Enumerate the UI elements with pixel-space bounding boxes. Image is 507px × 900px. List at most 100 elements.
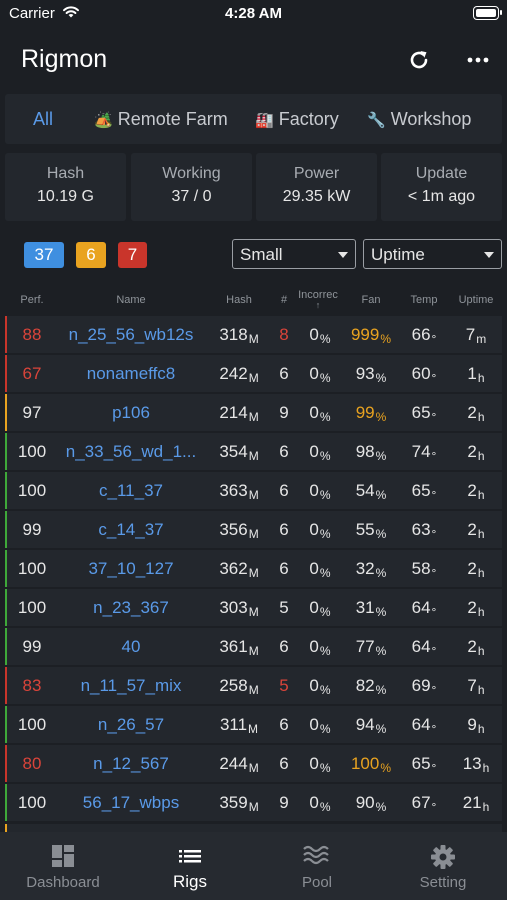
rig-name-link[interactable]: 40 [57,628,205,665]
sort-select[interactable]: Uptime [363,239,502,269]
incorrect-cell: 0% [297,355,343,392]
hash-unit: M [248,683,259,697]
uptime-unit: h [482,761,490,775]
badge-warning-count[interactable]: 6 [76,242,106,268]
farm-tab-factory[interactable]: 🏭 Factory [255,94,339,144]
table-row[interactable]: 100 c_11_37 363M 6 0% 54% 65° 2h [5,472,502,509]
rig-name-link[interactable]: n_25_56_wb12s [57,316,205,353]
more-icon[interactable] [463,45,493,75]
hash-cell: 361M [205,628,273,665]
header-name[interactable]: Name [57,294,205,306]
rig-name-link[interactable]: n_26_57 [57,706,205,743]
incorrect-value: 0 [309,598,319,617]
temp-value: 60 [411,364,431,383]
perf-value: 100 [17,559,47,578]
uptime-unit: h [477,644,485,658]
incorrect-cell: 0% [297,628,343,665]
factory-icon: 🏭 [255,112,274,129]
temp-cell: 64° [399,589,449,626]
incorrect-value: 0 [309,559,319,578]
header-perf[interactable]: Perf. [9,294,55,306]
table-row[interactable]: 100 n_33_56_wd_1... 354M 6 0% 98% 74° 2h [5,433,502,470]
degree-unit: ° [431,683,437,697]
farm-tab-all[interactable]: All [33,94,53,144]
table-row[interactable]: 88 n_25_56_wb12s 318M 8 0% 999% 66° 7m [5,316,502,353]
bottom-tab-bar: Dashboard Rigs Pool Setting [0,832,507,900]
temp-value: 58 [411,559,431,578]
header-uptime[interactable]: Uptime [451,294,501,306]
table-row[interactable]: 100 n_23_367 303M 5 0% 31% 64° 2h [5,589,502,626]
uptime-cell: 1h [451,355,501,392]
fan-value: 77 [355,637,375,656]
table-row[interactable]: 97 p106 214M 9 0% 99% 65° 2h [5,394,502,431]
fan-cell: 32% [343,550,399,587]
uptime-unit: h [477,566,485,580]
uptime-unit: m [476,332,487,346]
hash-unit: M [248,761,259,775]
table-row[interactable]: 80 n_12_567 244M 6 0% 100% 65° 13h [5,745,502,782]
temp-value: 65 [411,403,431,422]
tab-pool[interactable]: Pool [254,832,380,900]
table-row[interactable]: 99 c_14_37 356M 6 0% 55% 63° 2h [5,511,502,548]
status-bar-indicator [5,628,7,665]
rig-name-link[interactable]: c_11_37 [57,472,205,509]
table-row[interactable]: 100 37_10_127 362M 6 0% 32% 58° 2h [5,550,502,587]
hash-value: 258 [219,676,248,695]
hash-cell: 354M [205,433,273,470]
perf-value: 100 [17,442,47,461]
table-row[interactable]: 100 n_26_57 311M 6 0% 94% 64° 9h [5,706,502,743]
percent-unit: % [375,566,387,580]
badge-error-count[interactable]: 7 [118,242,147,268]
header-incorrect[interactable]: Incorrec ↑ [290,289,346,310]
stat-card-update: Update < 1m ago [381,153,502,221]
refresh-icon[interactable] [404,45,434,75]
header-fan[interactable]: Fan [343,294,399,306]
rig-name-link[interactable]: nonameffc8 [57,355,205,392]
incorrect-cell: 0% [297,667,343,704]
rig-name-link[interactable]: n_11_57_mix [57,667,205,704]
rig-list: 88 n_25_56_wb12s 318M 8 0% 999% 66° 7m 67 nonamef… [5,316,502,823]
table-row[interactable]: 100 56_17_wbps 359M 9 0% 90% 67° 21h [5,784,502,821]
tab-dashboard[interactable]: Dashboard [0,832,126,900]
tab-rigs[interactable]: Rigs [127,832,253,900]
tab-setting[interactable]: Setting [380,832,506,900]
rig-name-link[interactable]: n_23_367 [57,589,205,626]
header-hash[interactable]: Hash [205,294,273,306]
rig-name-link[interactable]: n_12_567 [57,745,205,782]
table-row[interactable]: 83 n_11_57_mix 258M 5 0% 82% 69° 7h [5,667,502,704]
gpu-count: 6 [279,754,289,773]
incorrect-value: 0 [309,793,319,812]
farm-tab-remote-farm[interactable]: 🏕️ Remote Farm [94,94,228,144]
fan-value: 54 [355,481,375,500]
fan-value: 55 [355,520,375,539]
size-select[interactable]: Small [232,239,356,269]
rig-name-link[interactable]: n_33_56_wd_1... [57,433,205,470]
hash-value: 363 [219,481,248,500]
fan-cell: 98% [343,433,399,470]
fan-value: 82 [355,676,375,695]
incorrect-cell: 0% [297,745,343,782]
sort-select-value: Uptime [371,245,425,264]
tab-label: Dashboard [26,874,100,891]
perf-value: 88 [22,325,42,344]
temp-cell: 64° [399,628,449,665]
incorrect-value: 0 [309,754,319,773]
rig-name-link[interactable]: 37_10_127 [57,550,205,587]
rig-name-link[interactable]: p106 [57,394,205,431]
rig-name-link[interactable]: c_14_37 [57,511,205,548]
table-row[interactable]: 67 nonameffc8 242M 6 0% 93% 60° 1h [5,355,502,392]
uptime-unit: h [477,722,485,736]
percent-unit: % [319,605,331,619]
badge-working-count[interactable]: 37 [24,242,64,268]
uptime-cell: 21h [451,784,501,821]
percent-unit: % [319,410,331,424]
table-row[interactable]: 99 40 361M 6 0% 77% 64° 2h [5,628,502,665]
percent-unit: % [375,527,387,541]
table-row[interactable] [5,824,502,832]
rig-name-link[interactable]: 56_17_wbps [57,784,205,821]
header-temp[interactable]: Temp [399,294,449,306]
fan-value: 32 [355,559,375,578]
uptime-value: 7 [465,325,476,344]
farm-tab-workshop[interactable]: 🔧 Workshop [367,94,471,144]
percent-unit: % [375,722,387,736]
